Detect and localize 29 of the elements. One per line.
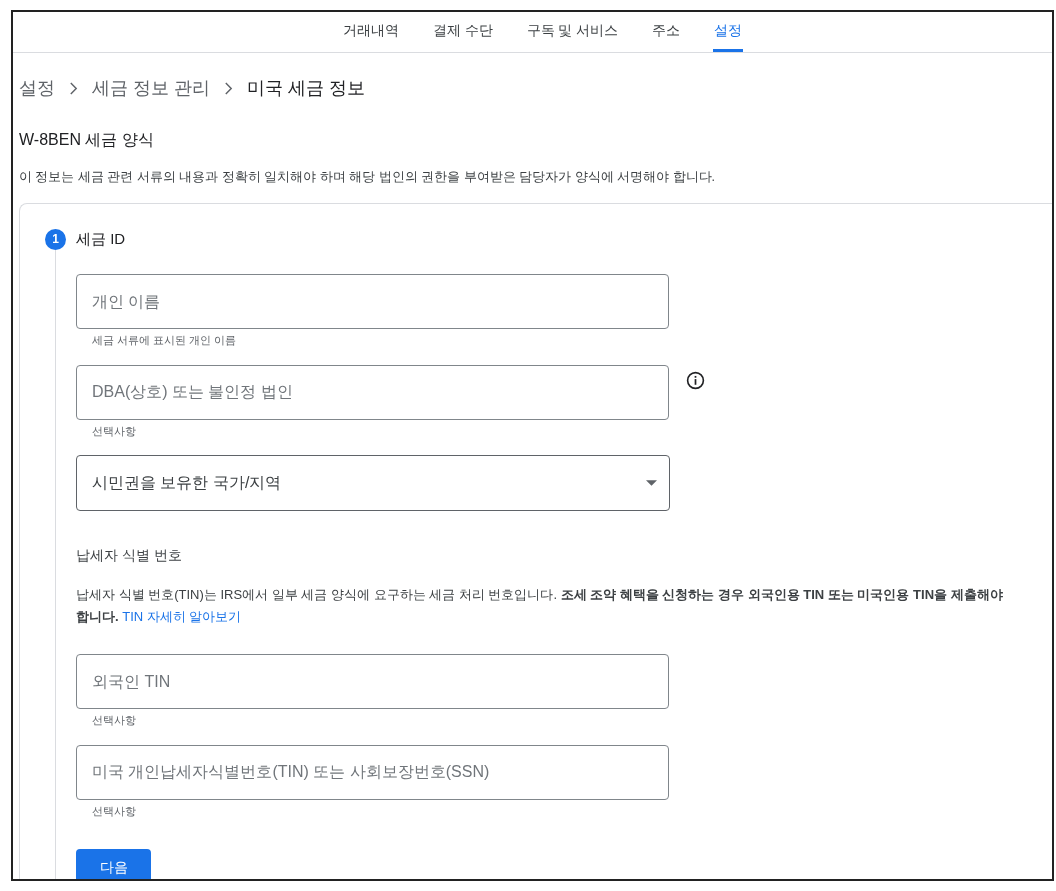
step-number: 1 (45, 228, 66, 250)
nav-tab[interactable]: 결제 수단 (431, 20, 494, 52)
helper-text: 세금 서류에 표시된 개인 이름 (91, 333, 238, 349)
input-field[interactable]: 외국인 TIN (76, 654, 669, 710)
form-description: 이 정보는 세금 관련 서류의 내용과 정확히 일치해야 하며 해당 법인의 권한을 부여받은 담당자가 양식에 서명해야 합니다. (18, 169, 717, 186)
step-title: 세금 ID (76, 228, 126, 249)
input-field[interactable]: DBA(상호) 또는 불인정 법인 (76, 364, 669, 420)
breadcrumb-item: 미국 세금 정보 (247, 77, 366, 100)
helper-text: 선택사항 (91, 423, 137, 439)
chevron-right-icon (224, 82, 233, 95)
chevron-right-icon (69, 82, 78, 95)
tin-description: 납세자 식별 번호(TIN)는 IRS에서 일부 세금 양식에 요구하는 세금 처리 번호입니다. 조세 조약 혜택을 신청하는 경우 외국인용 TIN 또는 미국인용 TIN을 제출해야 합니다. TIN 자세히 알아보기 (76, 586, 1004, 627)
nav-tab[interactable]: 거래내역 (341, 20, 400, 52)
breadcrumb-item[interactable]: 설정 (19, 75, 55, 102)
helper-text: 선택사항 (91, 803, 137, 819)
form-title: W-8BEN 세금 양식 (18, 130, 155, 150)
dropdown-arrow-icon (646, 480, 657, 487)
input-field[interactable]: 개인 이름 (76, 274, 669, 330)
nav-tab[interactable]: 구독 및 서비스 (525, 20, 620, 52)
country-dropdown[interactable]: 시민권을 보유한 국가/지역 (76, 455, 670, 512)
learn-more-link[interactable]: TIN 자세히 알아보기 (122, 609, 242, 625)
section-heading: 납세자 식별 번호 (76, 546, 183, 566)
breadcrumb-item[interactable]: 세금 정보 관리 (92, 75, 210, 102)
next-button[interactable]: 다음 (76, 849, 151, 879)
info-icon[interactable] (686, 370, 705, 390)
helper-text: 선택사항 (91, 713, 137, 729)
nav-tab[interactable]: 주소 (651, 20, 682, 52)
nav-tab[interactable]: 설정 (713, 20, 744, 52)
input-field[interactable]: 미국 개인납세자식별번호(TIN) 또는 사회보장번호(SSN) (76, 744, 669, 800)
